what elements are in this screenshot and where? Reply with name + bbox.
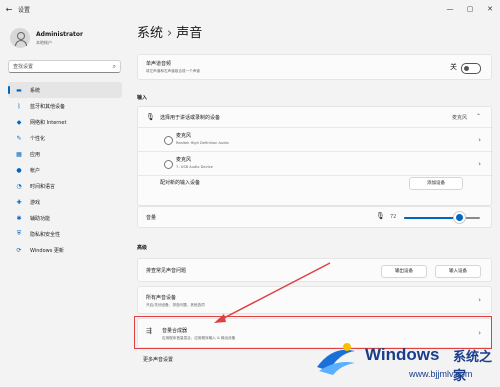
arrow-head	[214, 314, 226, 323]
arrow-line	[221, 262, 331, 320]
windows-logo-icon	[317, 343, 355, 375]
annotation-arrow	[214, 262, 331, 323]
watermark-url: www.bjjmlv.com	[409, 369, 473, 379]
watermark: Windows 系统之家 www.bjjmlv.com	[305, 333, 500, 387]
watermark-brand: Windows	[365, 345, 440, 364]
